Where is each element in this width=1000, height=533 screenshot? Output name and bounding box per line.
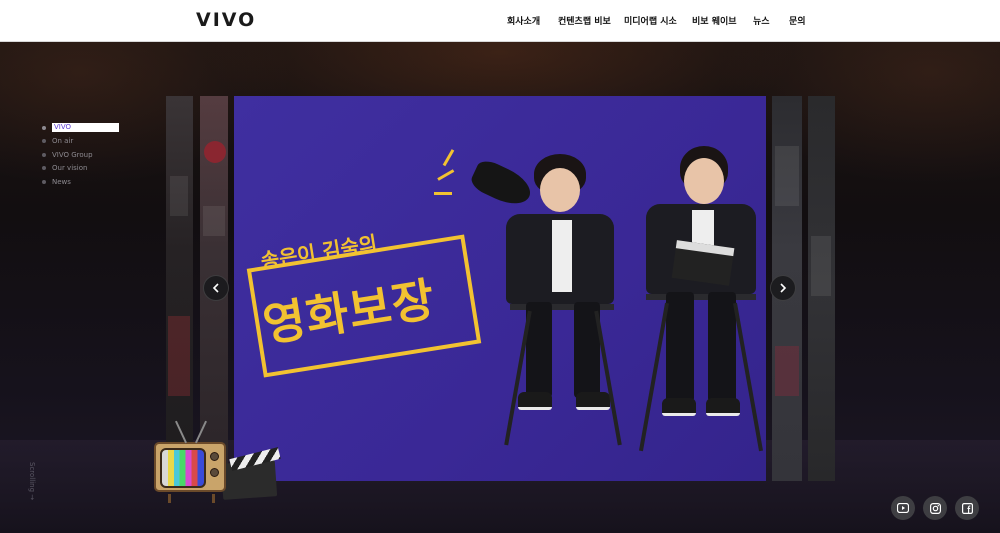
nav-item-news[interactable]: 뉴스 xyxy=(753,14,770,27)
scrolling-indicator: Scrolling → xyxy=(28,462,36,501)
section-nav-item-our-vision[interactable]: Our vision xyxy=(42,162,119,176)
shoe xyxy=(662,398,696,416)
nav-dot-icon xyxy=(42,139,46,144)
chair-leg xyxy=(639,302,669,452)
section-nav-label: VIVO Group xyxy=(52,150,93,159)
site-header: VIVO 회사소개 컨텐츠랩 비보 미디어랩 시소 비보 웨이브 뉴스 문의 xyxy=(0,0,1000,42)
shoe xyxy=(706,398,740,416)
nav-item-contents-lab[interactable]: 컨텐츠랩 비보 xyxy=(558,14,611,27)
instagram-button[interactable] xyxy=(923,496,947,520)
tv-leg xyxy=(212,494,215,503)
chair-leg xyxy=(733,302,763,452)
card-thumbnail xyxy=(204,141,226,163)
tv-knob xyxy=(210,452,219,461)
instagram-icon xyxy=(929,502,941,514)
retro-tv-icon xyxy=(154,420,226,503)
chevron-right-icon xyxy=(780,283,787,293)
shirt xyxy=(552,220,572,292)
tv-knob xyxy=(210,468,219,477)
section-nav: VIVO On air VIVO Group Our vision News xyxy=(42,121,119,189)
nav-item-vivo-wave[interactable]: 비보 웨이브 xyxy=(692,14,737,27)
card-thumbnail xyxy=(811,236,831,296)
spark-icon xyxy=(437,169,455,181)
slider-prev-button[interactable] xyxy=(203,275,229,301)
vivo-logo[interactable]: VIVO xyxy=(196,9,256,31)
clapperboard-icon xyxy=(671,240,735,286)
card-thumbnail xyxy=(170,176,188,216)
chevron-left-icon xyxy=(212,283,219,293)
youtube-icon xyxy=(897,503,909,513)
facebook-button[interactable] xyxy=(955,496,979,520)
facebook-icon xyxy=(961,502,973,514)
card-thumbnail xyxy=(775,346,799,396)
chair-seat xyxy=(646,294,756,300)
card-thumbnail xyxy=(203,206,225,236)
nav-item-company[interactable]: 회사소개 xyxy=(507,14,540,27)
nav-dot-icon xyxy=(42,125,46,130)
face xyxy=(684,158,724,204)
spark-icon xyxy=(434,192,452,195)
slider-next-button[interactable] xyxy=(770,275,796,301)
megaphone-icon xyxy=(468,156,536,212)
nav-item-contact[interactable]: 문의 xyxy=(789,14,806,27)
youtube-button[interactable] xyxy=(891,496,915,520)
section-nav-item-vivo[interactable]: VIVO xyxy=(42,121,119,135)
section-nav-label: On air xyxy=(52,137,74,146)
section-nav-label: News xyxy=(52,177,71,186)
section-nav-item-news[interactable]: News xyxy=(42,175,119,189)
card-thumbnail xyxy=(168,316,190,396)
leg xyxy=(666,292,694,402)
spark-icon xyxy=(442,149,455,167)
nav-dot-icon xyxy=(42,166,46,171)
slide-card-next-2[interactable] xyxy=(808,96,835,481)
section-nav-label: Our vision xyxy=(52,164,88,173)
leg xyxy=(708,292,736,402)
slide-card-prev-2[interactable] xyxy=(166,96,193,481)
tv-leg xyxy=(168,494,171,503)
nav-dot-icon xyxy=(42,179,46,184)
shoe xyxy=(576,392,610,410)
card-thumbnail xyxy=(775,146,799,206)
face xyxy=(540,168,580,212)
tv-color-bars xyxy=(160,448,206,488)
section-nav-item-on-air[interactable]: On air xyxy=(42,135,119,149)
shoe xyxy=(518,392,552,410)
nav-dot-icon xyxy=(42,152,46,157)
main-slide-banner[interactable]: 송은이 김숙의 영화보장 xyxy=(234,96,766,481)
section-nav-label: VIVO xyxy=(52,123,119,133)
section-nav-item-vivo-group[interactable]: VIVO Group xyxy=(42,148,119,162)
nav-item-media-lab[interactable]: 미디어랩 시소 xyxy=(624,14,677,27)
